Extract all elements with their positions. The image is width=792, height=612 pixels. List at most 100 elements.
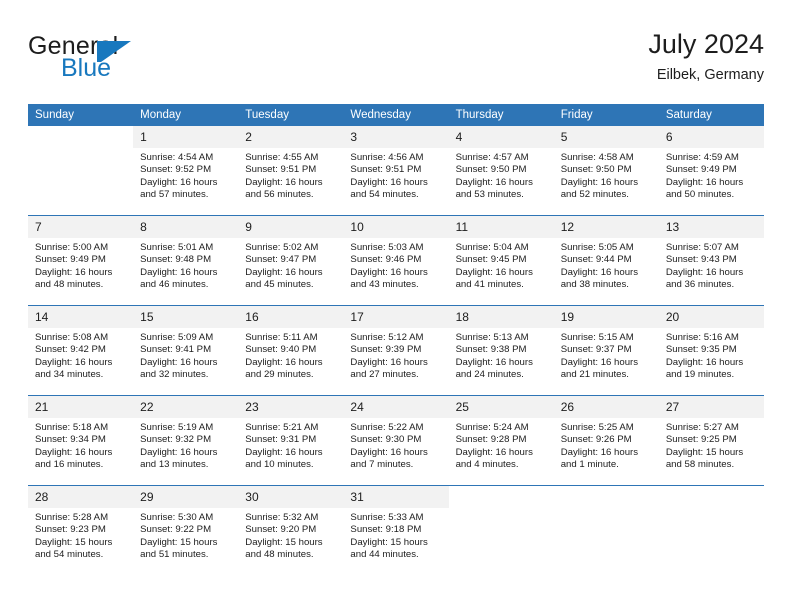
calendar-day-cell[interactable]: 30 Sunrise: 5:32 AM Sunset: 9:20 PM Dayligh…: [238, 485, 344, 575]
calendar-day-cell[interactable]: 26 Sunrise: 5:25 AM Sunset: 9:26 PM Dayligh…: [553, 395, 659, 486]
calendar-day-cell[interactable]: 18 Sunrise: 5:13 AM Sunset: 9:38 PM Dayligh…: [448, 305, 554, 396]
sunrise-text: Sunrise: 5:28 AM: [35, 512, 109, 523]
day-number: 20: [658, 306, 764, 328]
calendar-day-cell[interactable]: 23 Sunrise: 5:21 AM Sunset: 9:31 PM Dayligh…: [238, 395, 344, 486]
day-number: 21: [28, 396, 134, 418]
calendar-day-cell[interactable]: 14 Sunrise: 5:08 AM Sunset: 9:42 PM Dayligh…: [28, 305, 134, 396]
calendar-day-cell[interactable]: 16 Sunrise: 5:11 AM Sunset: 9:40 PM Dayligh…: [238, 305, 344, 396]
day-sun-info: Sunrise: 5:30 AM Sunset: 9:22 PM Daylight:…: [133, 508, 238, 562]
weekday-header-saturday: Saturday: [658, 104, 764, 126]
calendar-day-cell[interactable]: 8 Sunrise: 5:01 AM Sunset: 9:48 PM Daylight…: [133, 215, 239, 306]
day-sun-info: Sunrise: 5:16 AM Sunset: 9:35 PM Daylight:…: [659, 328, 764, 382]
sunset-text: Sunset: 9:40 PM: [245, 344, 317, 356]
day-sun-info: Sunrise: 5:19 AM Sunset: 9:32 PM Daylight:…: [133, 418, 238, 472]
calendar-day-cell[interactable]: 21 Sunrise: 5:18 AM Sunset: 9:34 PM Dayligh…: [28, 395, 134, 486]
sunset-text: Sunset: 9:50 PM: [560, 164, 632, 176]
calendar-empty-cell: [448, 485, 554, 575]
calendar-day-cell[interactable]: 4 Sunrise: 4:57 AM Sunset: 9:50 PM Daylight…: [448, 126, 554, 216]
day-number: 8: [133, 216, 239, 238]
calendar-day-cell[interactable]: 20 Sunrise: 5:16 AM Sunset: 9:35 PM Dayligh…: [658, 305, 764, 396]
calendar-day-cell[interactable]: 1 Sunrise: 4:54 AM Sunset: 9:52 PM Daylight…: [133, 126, 239, 216]
calendar-day-cell[interactable]: 10 Sunrise: 5:03 AM Sunset: 9:46 PM Dayligh…: [343, 215, 449, 306]
sunrise-text: Sunrise: 5:05 AM: [560, 242, 634, 253]
sunset-text: Sunset: 9:44 PM: [560, 254, 632, 266]
sunrise-text: Sunrise: 5:09 AM: [140, 332, 214, 343]
calendar-day-cell[interactable]: 2 Sunrise: 4:55 AM Sunset: 9:51 PM Daylight…: [238, 126, 344, 216]
daylight-text: and 53 minutes.: [455, 189, 524, 201]
daylight-text: and 32 minutes.: [140, 369, 209, 381]
sunrise-text: Sunrise: 5:21 AM: [245, 422, 319, 433]
sunset-text: Sunset: 9:20 PM: [245, 524, 317, 536]
daylight-text: Daylight: 15 hours: [140, 536, 218, 548]
calendar-day-cell[interactable]: 12 Sunrise: 5:05 AM Sunset: 9:44 PM Dayligh…: [553, 215, 659, 306]
sunrise-text: Sunrise: 4:58 AM: [560, 152, 634, 163]
day-number: 19: [553, 306, 659, 328]
daylight-text: and 24 minutes.: [455, 369, 524, 381]
daylight-text: Daylight: 16 hours: [35, 356, 113, 368]
daylight-text: Daylight: 16 hours: [560, 446, 639, 458]
daylight-text: Daylight: 16 hours: [350, 266, 428, 278]
calendar-day-cell[interactable]: 24 Sunrise: 5:22 AM Sunset: 9:30 PM Dayligh…: [343, 395, 449, 486]
calendar-day-cell[interactable]: 22 Sunrise: 5:19 AM Sunset: 9:32 PM Dayligh…: [133, 395, 239, 486]
calendar-day-cell[interactable]: 19 Sunrise: 5:15 AM Sunset: 9:37 PM Dayligh…: [553, 305, 659, 396]
calendar-day-cell[interactable]: 6 Sunrise: 4:59 AM Sunset: 9:49 PM Daylight…: [658, 126, 764, 216]
weekday-header-thursday: Thursday: [448, 104, 554, 126]
title-block: July 2024 Eilbek, Germany: [648, 28, 764, 85]
general-blue-logo[interactable]: General Blue: [28, 32, 248, 90]
day-sun-info: Sunrise: 5:05 AM Sunset: 9:44 PM Daylight:…: [554, 238, 659, 292]
day-number: 7: [28, 216, 134, 238]
calendar-day-cell[interactable]: 31 Sunrise: 5:33 AM Sunset: 9:18 PM Dayligh…: [343, 485, 449, 575]
calendar-day-cell[interactable]: 9 Sunrise: 5:02 AM Sunset: 9:47 PM Daylight…: [238, 215, 344, 306]
daylight-text: Daylight: 15 hours: [350, 536, 428, 548]
calendar-day-cell[interactable]: 11 Sunrise: 5:04 AM Sunset: 9:45 PM Dayligh…: [448, 215, 554, 306]
sunset-text: Sunset: 9:51 PM: [350, 164, 422, 176]
daylight-text: and 27 minutes.: [350, 369, 419, 381]
sunset-text: Sunset: 9:22 PM: [140, 524, 212, 536]
daylight-text: Daylight: 16 hours: [140, 356, 218, 368]
daylight-text: and 10 minutes.: [245, 459, 314, 471]
sunset-text: Sunset: 9:47 PM: [245, 254, 317, 266]
day-number: 13: [658, 216, 764, 238]
calendar-day-cell[interactable]: 28 Sunrise: 5:28 AM Sunset: 9:23 PM Dayligh…: [28, 485, 134, 575]
day-sun-info: Sunrise: 5:33 AM Sunset: 9:18 PM Daylight:…: [343, 508, 448, 562]
day-number: 30: [238, 486, 344, 508]
day-number: 26: [553, 396, 659, 418]
sunset-text: Sunset: 9:41 PM: [140, 344, 212, 356]
sunset-text: Sunset: 9:26 PM: [560, 434, 632, 446]
daylight-text: and 36 minutes.: [665, 279, 735, 291]
calendar-day-cell[interactable]: 29 Sunrise: 5:30 AM Sunset: 9:22 PM Dayligh…: [133, 485, 239, 575]
calendar-day-cell[interactable]: 13 Sunrise: 5:07 AM Sunset: 9:43 PM Dayligh…: [658, 215, 764, 306]
calendar-day-cell[interactable]: 5 Sunrise: 4:58 AM Sunset: 9:50 PM Daylight…: [553, 126, 659, 216]
daylight-text: Daylight: 16 hours: [245, 266, 323, 278]
calendar-day-cell[interactable]: 15 Sunrise: 5:09 AM Sunset: 9:41 PM Dayligh…: [133, 305, 239, 396]
day-number: 2: [238, 126, 344, 148]
sunset-text: Sunset: 9:51 PM: [245, 164, 317, 176]
calendar-week-row: 14 Sunrise: 5:08 AM Sunset: 9:42 PM Dayligh…: [28, 305, 764, 396]
sunset-text: Sunset: 9:45 PM: [455, 254, 527, 266]
day-number: [448, 486, 554, 508]
daylight-text: and 57 minutes.: [140, 189, 209, 201]
calendar-day-cell[interactable]: 3 Sunrise: 4:56 AM Sunset: 9:51 PM Daylight…: [343, 126, 449, 216]
daylight-text: and 38 minutes.: [560, 279, 629, 291]
daylight-text: and 19 minutes.: [665, 369, 735, 381]
daylight-text: Daylight: 16 hours: [140, 446, 218, 458]
day-sun-info: Sunrise: 5:07 AM Sunset: 9:43 PM Daylight:…: [659, 238, 764, 292]
sunrise-text: Sunrise: 5:02 AM: [245, 242, 319, 253]
sunrise-text: Sunrise: 5:03 AM: [350, 242, 424, 253]
calendar-day-cell[interactable]: 7 Sunrise: 5:00 AM Sunset: 9:49 PM Daylight…: [28, 215, 134, 306]
sunrise-text: Sunrise: 5:08 AM: [35, 332, 109, 343]
daylight-text: and 45 minutes.: [245, 279, 314, 291]
daylight-text: Daylight: 15 hours: [665, 446, 744, 458]
weekday-header-friday: Friday: [553, 104, 659, 126]
sunset-text: Sunset: 9:34 PM: [35, 434, 106, 446]
calendar-empty-cell: [28, 126, 134, 216]
calendar-day-cell[interactable]: 17 Sunrise: 5:12 AM Sunset: 9:39 PM Dayligh…: [343, 305, 449, 396]
day-sun-info: Sunrise: 5:21 AM Sunset: 9:31 PM Daylight:…: [238, 418, 343, 472]
daylight-text: Daylight: 16 hours: [140, 176, 218, 188]
calendar-day-cell[interactable]: 27 Sunrise: 5:27 AM Sunset: 9:25 PM Dayligh…: [658, 395, 764, 486]
sunrise-text: Sunrise: 4:56 AM: [350, 152, 424, 163]
sunrise-text: Sunrise: 5:16 AM: [665, 332, 739, 343]
daylight-text: Daylight: 15 hours: [35, 536, 113, 548]
day-sun-info: Sunrise: 5:03 AM Sunset: 9:46 PM Daylight:…: [343, 238, 448, 292]
calendar-day-cell[interactable]: 25 Sunrise: 5:24 AM Sunset: 9:28 PM Dayligh…: [448, 395, 554, 486]
